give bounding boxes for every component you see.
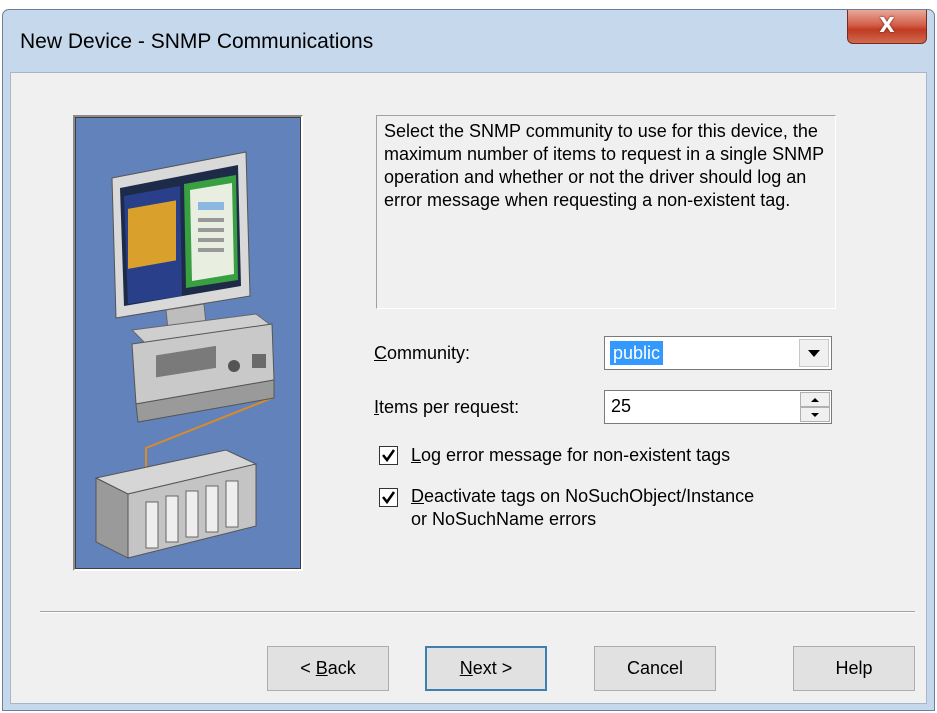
button-separator [40,611,915,613]
deactivate-tags-label-line2[interactable]: or NoSuchName errors [411,509,596,530]
deactivate-tags-label[interactable]: Deactivate tags on NoSuchObject/Instance [411,486,754,507]
spin-up-icon [811,397,819,402]
dialog-window: New Device - SNMP Communications X Selec… [2,9,935,711]
description-text: Select the SNMP community to use for thi… [384,121,824,210]
spin-up-button[interactable] [800,392,830,407]
spin-down-button[interactable] [800,407,830,422]
description-box: Select the SNMP community to use for thi… [376,115,836,309]
illustration-graphic [76,118,300,568]
background-document-strip [0,0,937,9]
close-button[interactable]: X [847,10,927,44]
dropdown-arrow-button[interactable] [799,339,829,367]
community-dropdown[interactable]: public [604,336,832,370]
community-value: public [610,341,664,365]
title-bar: New Device - SNMP Communications X [3,10,934,72]
items-per-request-spinner[interactable]: 25 [604,390,832,424]
community-label: Community: [374,343,471,363]
window-title: New Device - SNMP Communications [20,30,374,53]
log-error-checkbox[interactable] [379,446,398,465]
spin-down-icon [811,412,819,417]
dropdown-arrow-icon [808,350,820,357]
close-icon: X [879,13,895,37]
dialog-client-area: Select the SNMP community to use for thi… [10,72,927,704]
items-per-request-value: 25 [611,396,632,416]
back-button[interactable]: < Back [267,646,389,691]
computer-plc-illustration [73,115,303,571]
items-per-request-label: Items per request: [374,397,520,417]
log-error-label[interactable]: Log error message for non-existent tags [411,445,730,466]
next-button[interactable]: Next > [425,646,547,691]
help-button[interactable]: Help [793,646,915,691]
deactivate-tags-checkbox[interactable] [379,488,398,507]
spin-buttons [800,392,830,422]
cancel-button[interactable]: Cancel [594,646,716,691]
checkmark-icon [382,449,396,463]
checkmark-icon [382,491,396,505]
